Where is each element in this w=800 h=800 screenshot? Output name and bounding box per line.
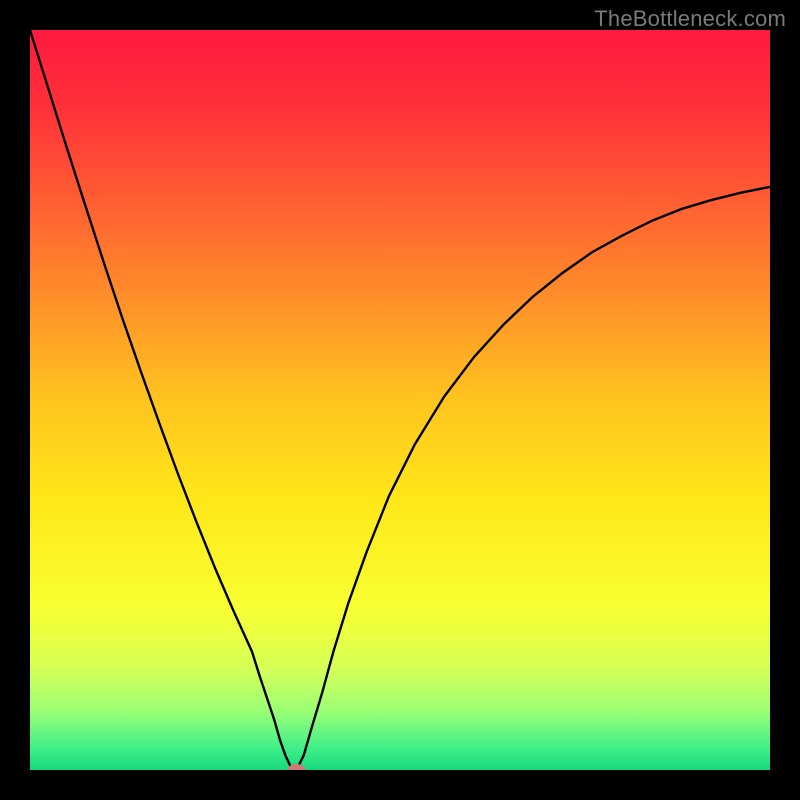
plot-area: [30, 30, 770, 770]
plot-svg: [30, 30, 770, 770]
chart-frame: TheBottleneck.com: [0, 0, 800, 800]
watermark-text: TheBottleneck.com: [594, 6, 786, 32]
gradient-background: [30, 30, 770, 770]
